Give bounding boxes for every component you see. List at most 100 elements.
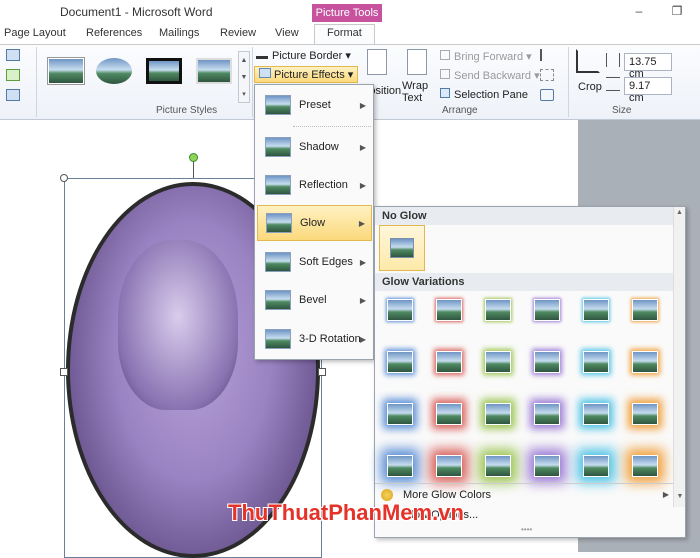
- glow-variation-option[interactable]: [632, 455, 658, 477]
- style-beveled[interactable]: [194, 53, 234, 89]
- glow-variation-option[interactable]: [485, 351, 511, 373]
- bring-forward-button[interactable]: Bring Forward ▾: [440, 50, 532, 63]
- glow-variation-option[interactable]: [436, 455, 462, 477]
- rotate-icon[interactable]: [540, 89, 554, 101]
- glow-variation-option[interactable]: [387, 299, 413, 321]
- selection-pane-button[interactable]: Selection Pane: [440, 88, 528, 101]
- tab-mailings[interactable]: Mailings: [159, 27, 199, 39]
- menu-item-bevel[interactable]: Bevel ▶: [257, 282, 372, 318]
- color-icon[interactable]: [6, 89, 20, 101]
- resize-handle[interactable]: [60, 174, 68, 182]
- rotate-handle-line: [193, 162, 194, 178]
- window-title: Document1 - Microsoft Word: [60, 5, 213, 19]
- glow-variation-option[interactable]: [534, 351, 560, 373]
- tab-references[interactable]: References: [86, 27, 142, 39]
- remove-background-icon[interactable]: [6, 49, 20, 61]
- position-icon: [367, 49, 387, 75]
- scroll-up-icon[interactable]: ▲: [674, 209, 685, 216]
- glow-variation-option[interactable]: [436, 299, 462, 321]
- height-input[interactable]: 13.75 cm: [624, 53, 672, 80]
- glow-variation-option[interactable]: [387, 403, 413, 425]
- styles-scroll[interactable]: ▲ ▼ ▾: [238, 51, 250, 103]
- submenu-scrollbar[interactable]: ▲ ▼: [673, 207, 685, 507]
- picture-border-button[interactable]: Picture Border ▾: [256, 49, 351, 62]
- style-oval[interactable]: [94, 53, 134, 89]
- bevel-icon: [265, 290, 291, 310]
- menu-item-3d-rotation[interactable]: 3-D Rotation ▶: [257, 321, 372, 357]
- no-glow-option[interactable]: [379, 225, 425, 271]
- menu-item-glow[interactable]: Glow ▶: [257, 205, 372, 241]
- glow-variation-option[interactable]: [485, 299, 511, 321]
- glow-variation-option[interactable]: [534, 299, 560, 321]
- glow-variation-option[interactable]: [632, 351, 658, 373]
- glow-variation-option[interactable]: [632, 403, 658, 425]
- effects-icon: [259, 68, 271, 78]
- arrange-label: Arrange: [442, 105, 478, 116]
- tab-page-layout[interactable]: Page Layout: [4, 27, 66, 39]
- wrap-text-button[interactable]: Wrap Text: [402, 80, 434, 104]
- height-icon: [606, 53, 620, 67]
- submenu-arrow-icon: ▶: [359, 334, 366, 344]
- submenu-arrow-icon: ▶: [359, 142, 366, 152]
- glow-variation-option[interactable]: [632, 299, 658, 321]
- scroll-down-icon[interactable]: ▼: [674, 493, 686, 500]
- glow-label: Glow: [300, 217, 326, 229]
- resize-grip-icon[interactable]: ••••: [521, 525, 532, 534]
- resize-handle[interactable]: [60, 368, 68, 376]
- separator: [252, 47, 253, 117]
- 3d-rotation-label: 3-D Rotation: [299, 333, 361, 345]
- separator: [568, 47, 569, 117]
- picture-effects-label: Picture Effects: [274, 69, 345, 81]
- menu-item-soft-edges[interactable]: Soft Edges ▶: [257, 244, 372, 280]
- glow-variations-header: Glow Variations: [375, 273, 675, 291]
- bring-forward-label: Bring Forward: [454, 51, 524, 63]
- glow-variation-option[interactable]: [485, 403, 511, 425]
- glow-variation-option[interactable]: [387, 455, 413, 477]
- glow-variation-option[interactable]: [534, 455, 560, 477]
- menu-item-shadow[interactable]: Shadow ▶: [257, 129, 372, 165]
- style-simple-frame[interactable]: [46, 53, 86, 89]
- scroll-arrows-icon: ▲ ▼ ▾: [240, 57, 248, 98]
- glow-variation-option[interactable]: [436, 351, 462, 373]
- portrait-face: [118, 240, 238, 410]
- shadow-icon: [265, 137, 291, 157]
- watermark-text: ThuThuatPhanMem.vn: [228, 500, 464, 526]
- width-input[interactable]: 9.17 cm: [624, 77, 672, 104]
- send-backward-button[interactable]: Send Backward ▾: [440, 69, 540, 82]
- glow-variation-option[interactable]: [387, 351, 413, 373]
- corrections-icon[interactable]: [6, 69, 20, 81]
- group-icon[interactable]: [540, 69, 554, 81]
- picture-effects-button[interactable]: Picture Effects ▾: [254, 66, 359, 83]
- glow-variation-option[interactable]: [583, 403, 609, 425]
- style-thumb-icon: [196, 58, 232, 84]
- wrap-text-icon: [407, 49, 427, 75]
- glow-variation-option[interactable]: [436, 403, 462, 425]
- style-thick-black-frame[interactable]: [144, 53, 184, 89]
- crop-icon: [576, 49, 600, 73]
- glow-variation-option[interactable]: [485, 455, 511, 477]
- glow-variation-option[interactable]: [583, 455, 609, 477]
- glow-icon: [266, 213, 292, 233]
- tab-view[interactable]: View: [275, 27, 299, 39]
- rotate-handle[interactable]: [189, 153, 198, 162]
- width-icon: [606, 77, 620, 91]
- tab-review[interactable]: Review: [220, 27, 256, 39]
- preset-icon: [265, 95, 291, 115]
- submenu-arrow-icon: ▶: [359, 100, 366, 110]
- tab-format[interactable]: Format: [314, 24, 375, 45]
- glow-variation-option[interactable]: [583, 299, 609, 321]
- glow-variation-option[interactable]: [534, 403, 560, 425]
- submenu-arrow-icon: ▶: [359, 180, 366, 190]
- minimize-icon[interactable]: –: [630, 4, 648, 18]
- submenu-arrow-icon: ▶: [662, 490, 669, 499]
- crop-button[interactable]: Crop: [578, 81, 602, 93]
- restore-icon[interactable]: ❐: [668, 4, 686, 18]
- selection-pane-icon: [440, 88, 450, 98]
- style-thumb-icon: [146, 58, 182, 84]
- menu-item-preset[interactable]: Preset ▶: [257, 87, 372, 123]
- glow-variation-option[interactable]: [583, 351, 609, 373]
- align-icon[interactable]: [540, 49, 554, 61]
- reflection-icon: [265, 175, 291, 195]
- menu-item-reflection[interactable]: Reflection ▶: [257, 167, 372, 203]
- resize-handle[interactable]: [318, 368, 326, 376]
